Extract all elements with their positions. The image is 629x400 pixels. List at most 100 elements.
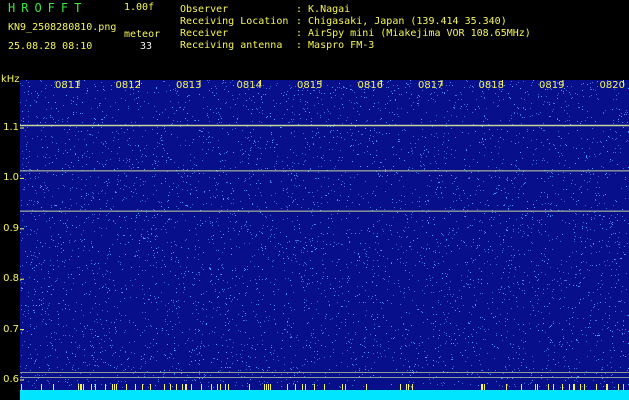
- band-spike: [562, 384, 563, 390]
- band-spike: [268, 384, 269, 390]
- band-spike: [164, 384, 165, 390]
- y-tick-label: 0.7: [3, 323, 19, 335]
- x-tick-label: 0812: [115, 80, 141, 91]
- band-spike: [548, 384, 549, 390]
- observer-label: Observer: [180, 4, 229, 15]
- band-spike: [482, 384, 483, 390]
- hrofft-screen: HROFFT 1.00f KN9_2508280810.png meteor 2…: [0, 0, 629, 400]
- count-label: 33: [140, 41, 153, 52]
- band-spike: [535, 384, 536, 390]
- band-spike: [314, 384, 315, 390]
- band-spike: [324, 384, 325, 390]
- band-spike: [150, 384, 151, 390]
- band-spike: [78, 384, 79, 390]
- band-spike: [623, 384, 624, 390]
- band-spike: [506, 384, 507, 390]
- band-spike: [225, 384, 226, 390]
- spectrogram-canvas: [20, 80, 629, 400]
- app-title: HROFFT: [8, 1, 88, 15]
- band-spike: [176, 384, 177, 390]
- band-spike: [270, 384, 271, 390]
- band-spike: [521, 384, 522, 390]
- band-spike: [569, 384, 570, 390]
- observer-value: : K.Nagai: [296, 4, 351, 15]
- band-spike: [607, 384, 608, 390]
- spectrogram: [20, 80, 629, 400]
- location-value: : Chigasaki, Japan (139.414 35.340): [296, 16, 507, 27]
- y-tick-label: 0.8: [3, 273, 19, 285]
- band-spike: [366, 384, 367, 390]
- band-spike: [80, 384, 81, 390]
- x-tick-label: 0818: [478, 80, 504, 91]
- band-spike: [406, 384, 407, 390]
- band-spike: [574, 384, 575, 390]
- band-spike: [606, 384, 607, 390]
- band-spike: [53, 384, 54, 390]
- band-spike: [170, 384, 171, 390]
- band-spike: [228, 384, 229, 390]
- x-tick-label: 0816: [357, 80, 383, 91]
- band-spike: [618, 384, 619, 390]
- band-spike: [41, 384, 42, 390]
- bottom-band: [20, 390, 629, 400]
- band-spike: [114, 384, 115, 390]
- band-spike: [201, 384, 202, 390]
- y-tick-label: 0.9: [3, 222, 19, 234]
- band-spike: [266, 384, 267, 390]
- band-spike: [580, 384, 581, 390]
- antenna-label: Receiving antenna: [180, 40, 283, 51]
- band-spike: [573, 384, 574, 390]
- band-spike: [217, 384, 218, 390]
- band-spike: [211, 384, 212, 390]
- y-tick-label: 1.1: [3, 122, 19, 133]
- band-spike: [481, 384, 482, 390]
- band-spike: [116, 384, 117, 390]
- band-spike: [305, 384, 306, 390]
- band-spike: [186, 384, 187, 390]
- band-spike: [105, 384, 106, 390]
- band-spike: [287, 384, 288, 390]
- band-spike: [295, 384, 296, 390]
- band-spike: [553, 384, 554, 390]
- x-tick-label: 0817: [418, 80, 444, 91]
- band-spike: [584, 384, 585, 390]
- band-spike: [408, 384, 409, 390]
- band-spike: [83, 384, 84, 390]
- band-spike: [342, 384, 343, 390]
- datetime-label: 25.08.28 08:10: [8, 41, 93, 52]
- receiver-label: Receiver: [180, 28, 229, 39]
- band-spike: [135, 384, 136, 390]
- band-spike: [302, 384, 303, 390]
- band-spike: [21, 384, 22, 390]
- band-spike: [91, 384, 92, 390]
- x-tick-label: 0820: [599, 80, 625, 91]
- band-spike: [182, 384, 183, 390]
- band-spike: [400, 384, 401, 390]
- x-tick-label: 0811: [55, 80, 81, 91]
- band-spike: [484, 384, 485, 390]
- band-spike: [185, 384, 186, 390]
- x-tick-label: 0819: [539, 80, 565, 91]
- band-spike: [81, 384, 82, 390]
- app-version: 1.00f: [124, 2, 155, 13]
- y-tick-label: 1.0: [3, 172, 19, 184]
- band-spike: [345, 384, 346, 390]
- location-label: Receiving Location: [180, 16, 289, 27]
- x-tick-label: 0813: [176, 80, 202, 91]
- band-spike: [537, 384, 538, 390]
- band-spike: [264, 384, 265, 390]
- file-name: KN9_2508280810.png: [8, 22, 117, 33]
- y-axis-unit: kHz: [1, 74, 20, 85]
- receiver-value: : AirSpy mini (Miakejima VOR 108.65MHz): [296, 28, 531, 39]
- band-spike: [126, 384, 127, 390]
- band-spike: [95, 384, 96, 390]
- band-spike: [142, 384, 143, 390]
- y-tick-label: 0.6: [3, 374, 19, 385]
- band-spike: [249, 384, 250, 390]
- band-spike: [596, 384, 597, 390]
- band-spike: [220, 384, 221, 390]
- x-tick-label: 0814: [236, 80, 262, 91]
- x-tick-label: 0815: [297, 80, 323, 91]
- mode-label: meteor: [124, 29, 161, 40]
- band-spike: [112, 384, 113, 390]
